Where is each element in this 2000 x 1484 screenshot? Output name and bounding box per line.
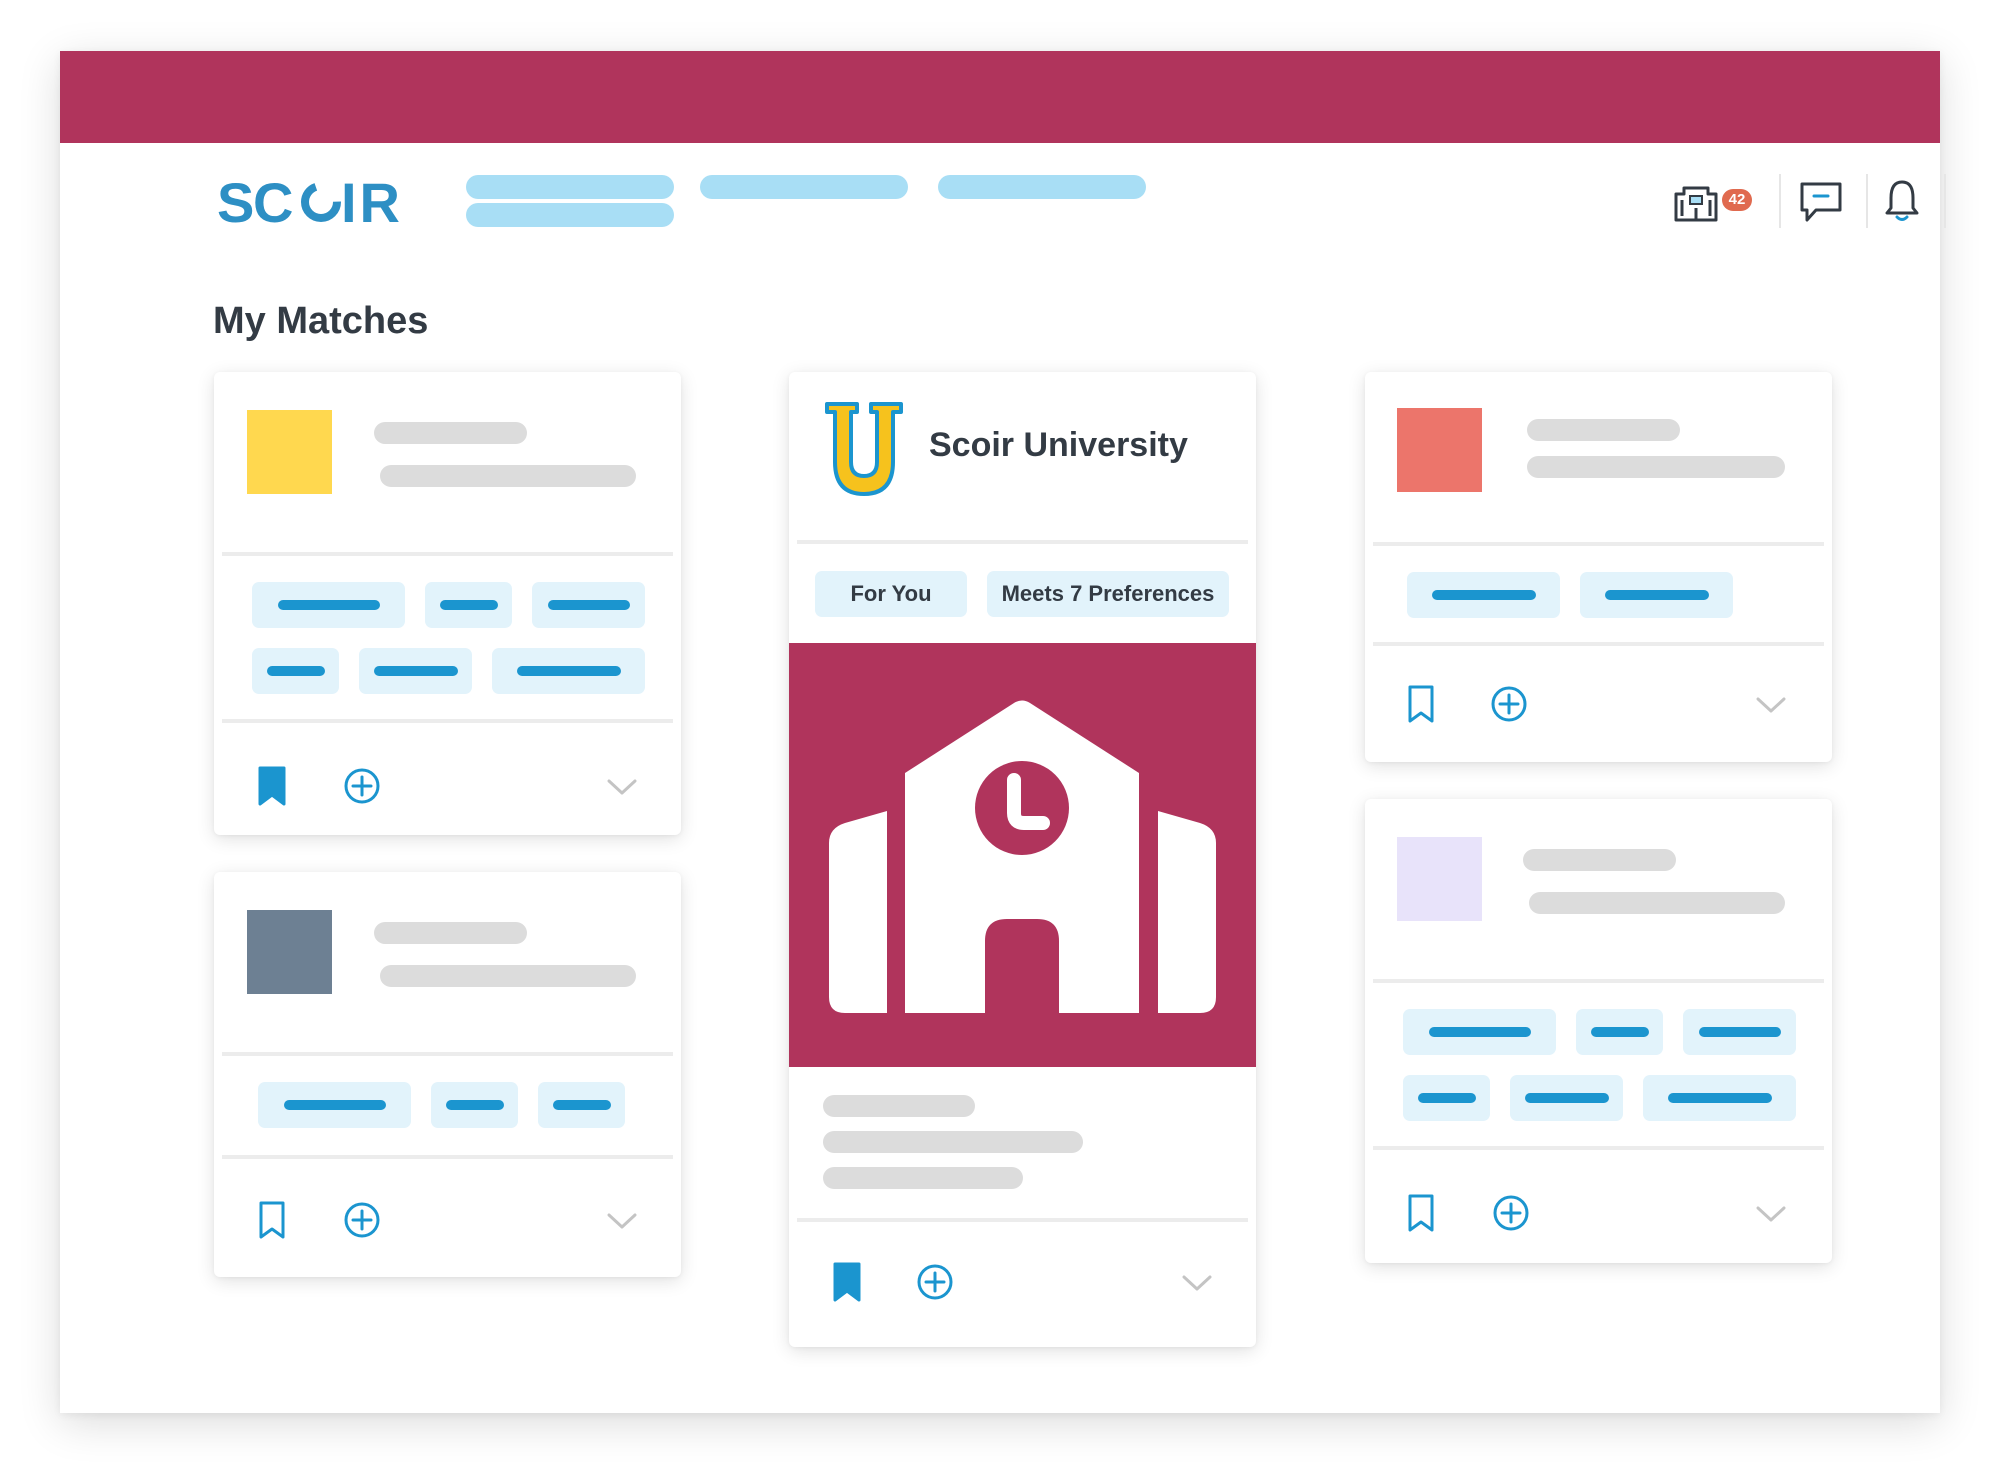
chevron-down-icon[interactable] xyxy=(602,1198,642,1242)
nav-item-2[interactable] xyxy=(700,175,908,199)
chevron-down-icon[interactable] xyxy=(602,764,642,808)
match-chip xyxy=(1683,1009,1796,1055)
add-circle-icon[interactable] xyxy=(915,1260,955,1304)
scoir-logo[interactable]: S C IR xyxy=(217,169,417,237)
college-card[interactable] xyxy=(1365,372,1832,762)
college-card[interactable] xyxy=(214,372,681,835)
card-divider xyxy=(1373,642,1824,646)
college-name-placeholder xyxy=(1527,419,1680,441)
header-divider-2 xyxy=(1866,174,1868,228)
card-divider xyxy=(1373,1146,1824,1150)
match-chip xyxy=(1580,572,1733,618)
match-chip xyxy=(252,582,405,628)
match-chip xyxy=(492,648,645,694)
bookmark-outline-icon[interactable] xyxy=(252,1198,292,1242)
add-circle-icon[interactable] xyxy=(342,764,382,808)
college-location-placeholder xyxy=(1529,892,1785,914)
match-chip xyxy=(1643,1075,1796,1121)
university-logo xyxy=(823,400,905,498)
nav-item-1-sub xyxy=(466,203,674,227)
bell-icon[interactable] xyxy=(1884,178,1920,224)
bookmark-icon[interactable] xyxy=(827,1260,867,1304)
card-divider xyxy=(1373,542,1824,546)
match-chip xyxy=(252,648,339,694)
chevron-down-icon[interactable] xyxy=(1751,682,1791,726)
chevron-down-icon[interactable] xyxy=(1177,1260,1217,1304)
page-title: My Matches xyxy=(213,300,429,342)
match-chip xyxy=(1407,572,1560,618)
match-chip xyxy=(1403,1075,1490,1121)
nav-item-3[interactable] xyxy=(938,175,1146,199)
match-chip xyxy=(431,1082,518,1128)
college-name-placeholder xyxy=(374,422,527,444)
featured-college-card[interactable]: Scoir University For You Meets 7 Prefere… xyxy=(789,372,1256,1347)
card-divider xyxy=(222,552,673,556)
card-divider xyxy=(222,1052,673,1056)
match-chip xyxy=(1403,1009,1556,1055)
match-chip xyxy=(1576,1009,1663,1055)
college-location-placeholder xyxy=(380,965,636,987)
card-divider xyxy=(797,540,1248,544)
svg-text:C: C xyxy=(253,175,296,231)
match-chip xyxy=(1510,1075,1623,1121)
card-divider xyxy=(1373,979,1824,983)
bookmark-outline-icon[interactable] xyxy=(1401,1191,1441,1235)
bookmark-icon[interactable] xyxy=(252,764,292,808)
nav-item-1[interactable] xyxy=(466,175,674,199)
add-circle-icon[interactable] xyxy=(1491,1191,1531,1235)
card-divider xyxy=(797,1218,1248,1222)
college-building-icon[interactable] xyxy=(1672,180,1720,222)
header-divider-3 xyxy=(1944,174,1946,228)
college-name-placeholder xyxy=(1523,849,1676,871)
svg-text:IR: IR xyxy=(341,175,403,231)
scoir-logo-mark: S C IR xyxy=(217,175,403,231)
add-circle-icon[interactable] xyxy=(342,1198,382,1242)
hero-image xyxy=(789,643,1256,1067)
college-name-placeholder xyxy=(374,922,527,944)
match-chip xyxy=(425,582,512,628)
match-chip xyxy=(538,1082,625,1128)
preferences-tag: Meets 7 Preferences xyxy=(987,571,1229,617)
college-card[interactable] xyxy=(214,872,681,1277)
description-placeholder xyxy=(823,1131,1083,1153)
description-placeholder xyxy=(823,1095,975,1117)
college-location-placeholder xyxy=(380,465,636,487)
school-building-icon xyxy=(829,700,1216,1013)
college-thumbnail xyxy=(1397,408,1482,492)
chevron-down-icon[interactable] xyxy=(1751,1191,1791,1235)
college-count-badge: 42 xyxy=(1722,189,1752,211)
college-card[interactable] xyxy=(1365,799,1832,1263)
college-thumbnail xyxy=(247,410,332,494)
brand-bar xyxy=(60,51,1940,143)
college-thumbnail xyxy=(247,910,332,994)
match-chip xyxy=(359,648,472,694)
card-divider xyxy=(222,1155,673,1159)
match-chip xyxy=(258,1082,411,1128)
description-placeholder xyxy=(823,1167,1023,1189)
for-you-tag: For You xyxy=(815,571,967,617)
match-chip xyxy=(532,582,645,628)
university-name[interactable]: Scoir University xyxy=(929,426,1188,465)
college-thumbnail xyxy=(1397,837,1482,921)
bookmark-outline-icon[interactable] xyxy=(1401,682,1441,726)
card-divider xyxy=(222,719,673,723)
chat-icon[interactable] xyxy=(1798,180,1844,224)
svg-text:S: S xyxy=(217,175,257,231)
add-circle-icon[interactable] xyxy=(1489,682,1529,726)
header-divider-1 xyxy=(1779,174,1781,228)
college-location-placeholder xyxy=(1527,456,1785,478)
